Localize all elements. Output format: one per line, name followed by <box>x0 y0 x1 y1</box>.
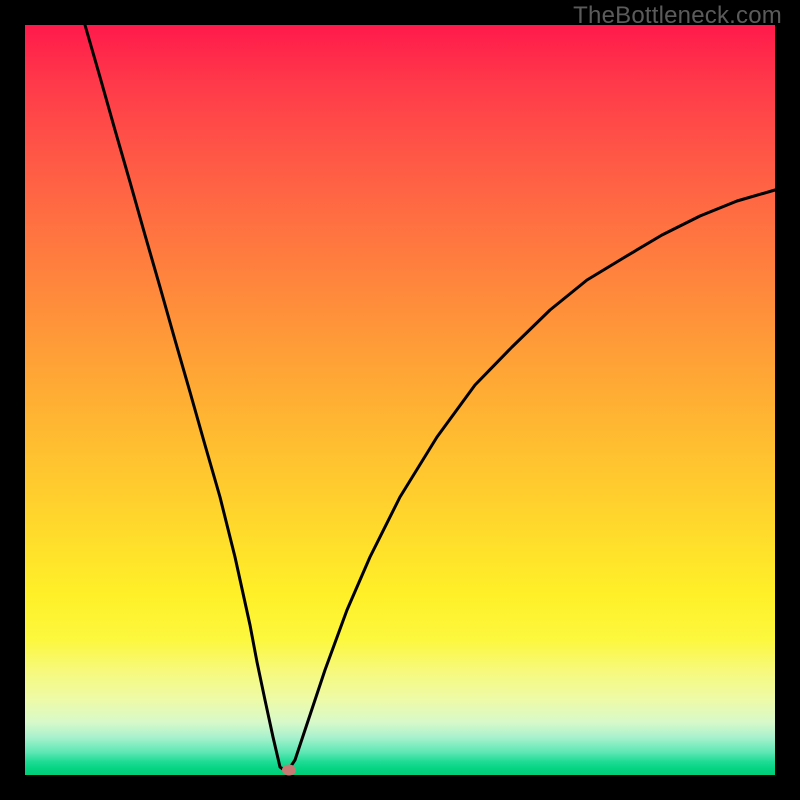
minimum-marker <box>282 765 296 776</box>
curve-svg <box>25 25 775 775</box>
plot-area <box>25 25 775 775</box>
bottleneck-curve-path <box>85 25 775 772</box>
chart-frame: TheBottleneck.com <box>0 0 800 800</box>
